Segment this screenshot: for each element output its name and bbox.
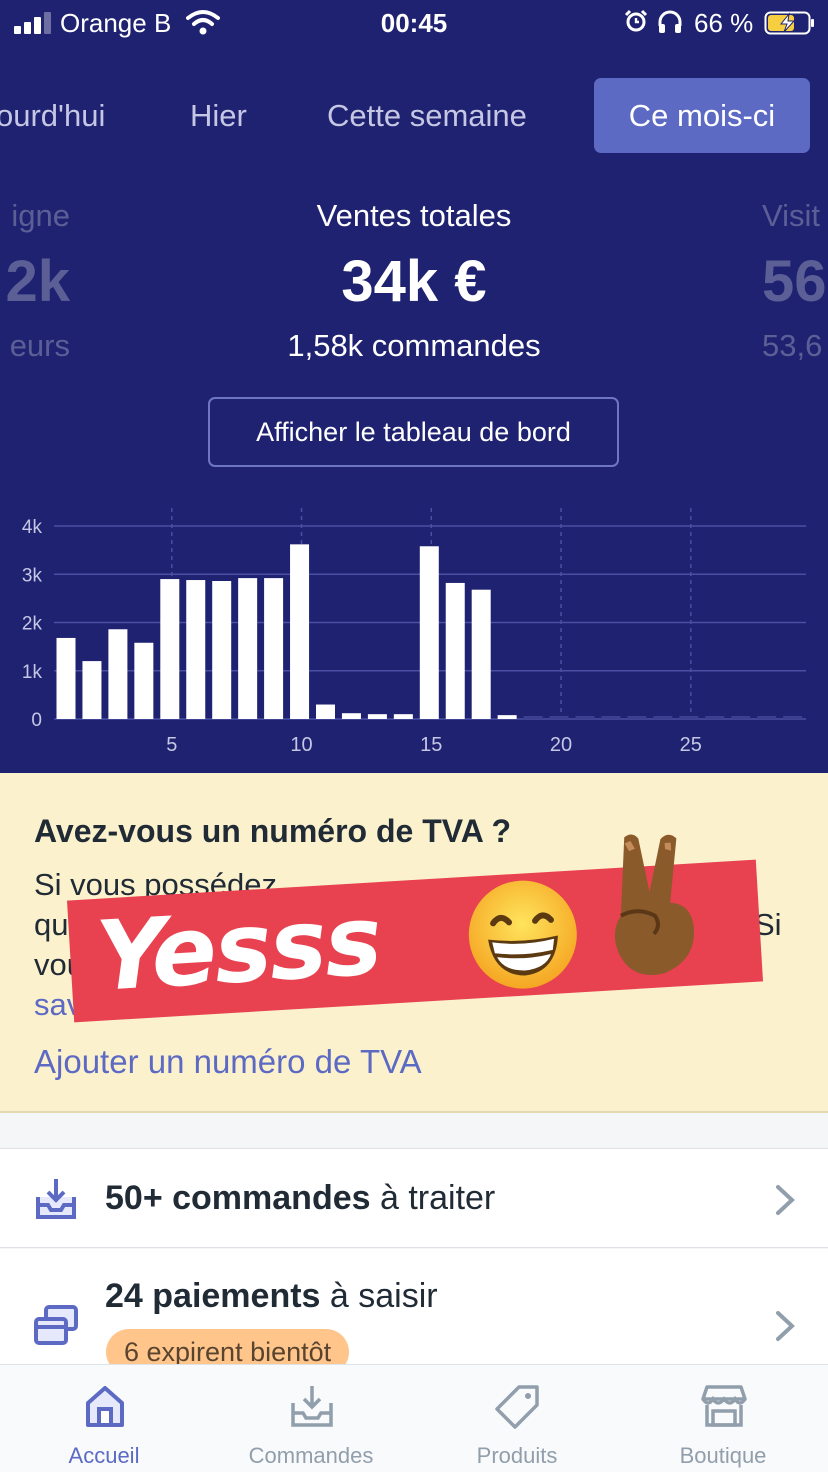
chart-bar [471,589,491,719]
tab-yesterday[interactable]: Hier [190,78,247,153]
stat-sub: 1,58k commandes [287,328,541,363]
chart-bar [653,716,673,719]
banner-text-line: qu [34,907,69,942]
store-icon [701,1385,747,1427]
stat-value: 34k € [341,249,487,314]
stat-total-sales[interactable]: Ventes totales 34k € 1,58k commandes [214,196,614,366]
chart-bar [523,716,543,719]
tabbar-orders[interactable]: Commandes [211,1365,411,1472]
view-dashboard-button[interactable]: Afficher le tableau de bord [208,397,619,467]
task-text: 50+ commandes à traiter [105,1179,495,1218]
x-tick-label: 5 [166,734,177,756]
chart-bar [108,629,128,719]
y-tick-label: 2k [22,614,43,635]
chart-bar [160,579,180,719]
chart-bar [393,714,413,719]
stat-online-sessions[interactable]: igne 2k eurs [0,196,70,366]
tabbar-home[interactable]: Accueil [4,1365,204,1472]
battery-percent: 66 % [694,8,754,38]
tabbar-label: Commandes [248,1443,374,1468]
x-tick-label: 10 [290,734,312,756]
orders-icon [291,1386,333,1427]
stat-value: 56 [762,249,827,314]
status-bar: Orange B 00:45 66 % [0,0,828,48]
y-tick-label: 0 [31,710,42,731]
x-tick-label: 20 [550,734,572,756]
chart-bar [186,580,206,719]
task-count: 24 paiements [105,1277,321,1315]
stat-label: igne [11,198,70,233]
task-orders-to-process[interactable]: 50+ commandes à traiter [0,1148,828,1248]
period-tabs: ourd'hui Hier Cette semaine Ce mois-ci [0,78,828,154]
task-rest: à saisir [320,1277,438,1315]
payment-cards-icon [34,1305,78,1345]
stat-label: Visit [762,198,821,233]
tabbar-store[interactable]: Boutique [623,1365,823,1472]
home-icon [86,1386,124,1427]
alarm-icon [624,9,648,32]
chart-bar [705,716,725,719]
chart-bar [757,716,777,719]
inbox-download-icon [36,1179,76,1219]
stat-sub: eurs [9,328,70,363]
x-tick-label: 25 [680,734,702,756]
chart-bar [497,715,517,719]
stat-sub: 53,6 [762,328,823,363]
x-tick-label: 15 [420,734,442,756]
chart-bar [290,544,310,719]
bottom-tab-bar: Accueil Commandes Produits Boutique [0,1364,828,1472]
y-tick-label: 3k [22,565,43,586]
chart-bar [238,578,258,719]
battery-charging-icon [764,11,814,35]
y-tick-label: 1k [22,662,43,683]
add-vat-number-link[interactable]: Ajouter un numéro de TVA [34,1043,422,1081]
task-count: 50+ commandes [105,1179,371,1217]
chart-bar [627,716,647,719]
chart-bar [316,704,335,719]
chart-bar [601,716,621,719]
chart-bar [341,713,361,719]
chart-bar [82,661,102,719]
stat-value: 2k [5,249,70,314]
chart-bar [575,716,595,719]
chart-bar [134,642,154,719]
tabbar-products[interactable]: Produits [417,1365,617,1472]
victory-hand-icon [614,834,695,976]
chart-bar [679,716,699,719]
task-rest: à traiter [370,1179,496,1217]
chart-bar [56,637,76,719]
chart-bar [783,716,803,719]
chart-bar [419,546,439,719]
banner-title: Avez-vous un numéro de TVA ? [34,813,512,849]
grinning-face-icon [468,880,577,989]
chart-bar [367,714,387,719]
y-tick-label: 4k [22,517,43,538]
tag-icon [495,1385,539,1429]
tabbar-label: Boutique [679,1443,767,1468]
chart-bar [264,578,284,719]
tabbar-label: Produits [476,1443,558,1468]
sales-bar-chart: 0 1k 2k 3k 4k 5 10 15 20 25 [22,508,806,756]
tabbar-label: Accueil [68,1443,140,1468]
task-payments-to-capture[interactable]: 24 paiements à saisir 6 expirent bientôt [0,1249,828,1375]
headphones-icon [658,10,682,33]
chevron-right-icon [776,1185,795,1215]
tab-today[interactable]: ourd'hui [0,78,105,153]
chart-bar [212,581,232,719]
stat-label: Ventes totales [316,198,512,233]
stat-visits[interactable]: Visit 56 53,6 [762,196,828,366]
chevron-right-icon [776,1311,795,1341]
task-text: 24 paiements à saisir [105,1277,438,1316]
tab-this-week[interactable]: Cette semaine [327,78,527,153]
sticker-text: Yesss [93,884,383,1013]
chart-bar [731,716,751,719]
tab-this-month[interactable]: Ce mois-ci [594,78,810,153]
chart-bar [549,716,569,719]
chart-bar [445,582,465,719]
analytics-header: Orange B 00:45 66 % ourd'hui Hier Cette … [0,0,828,773]
